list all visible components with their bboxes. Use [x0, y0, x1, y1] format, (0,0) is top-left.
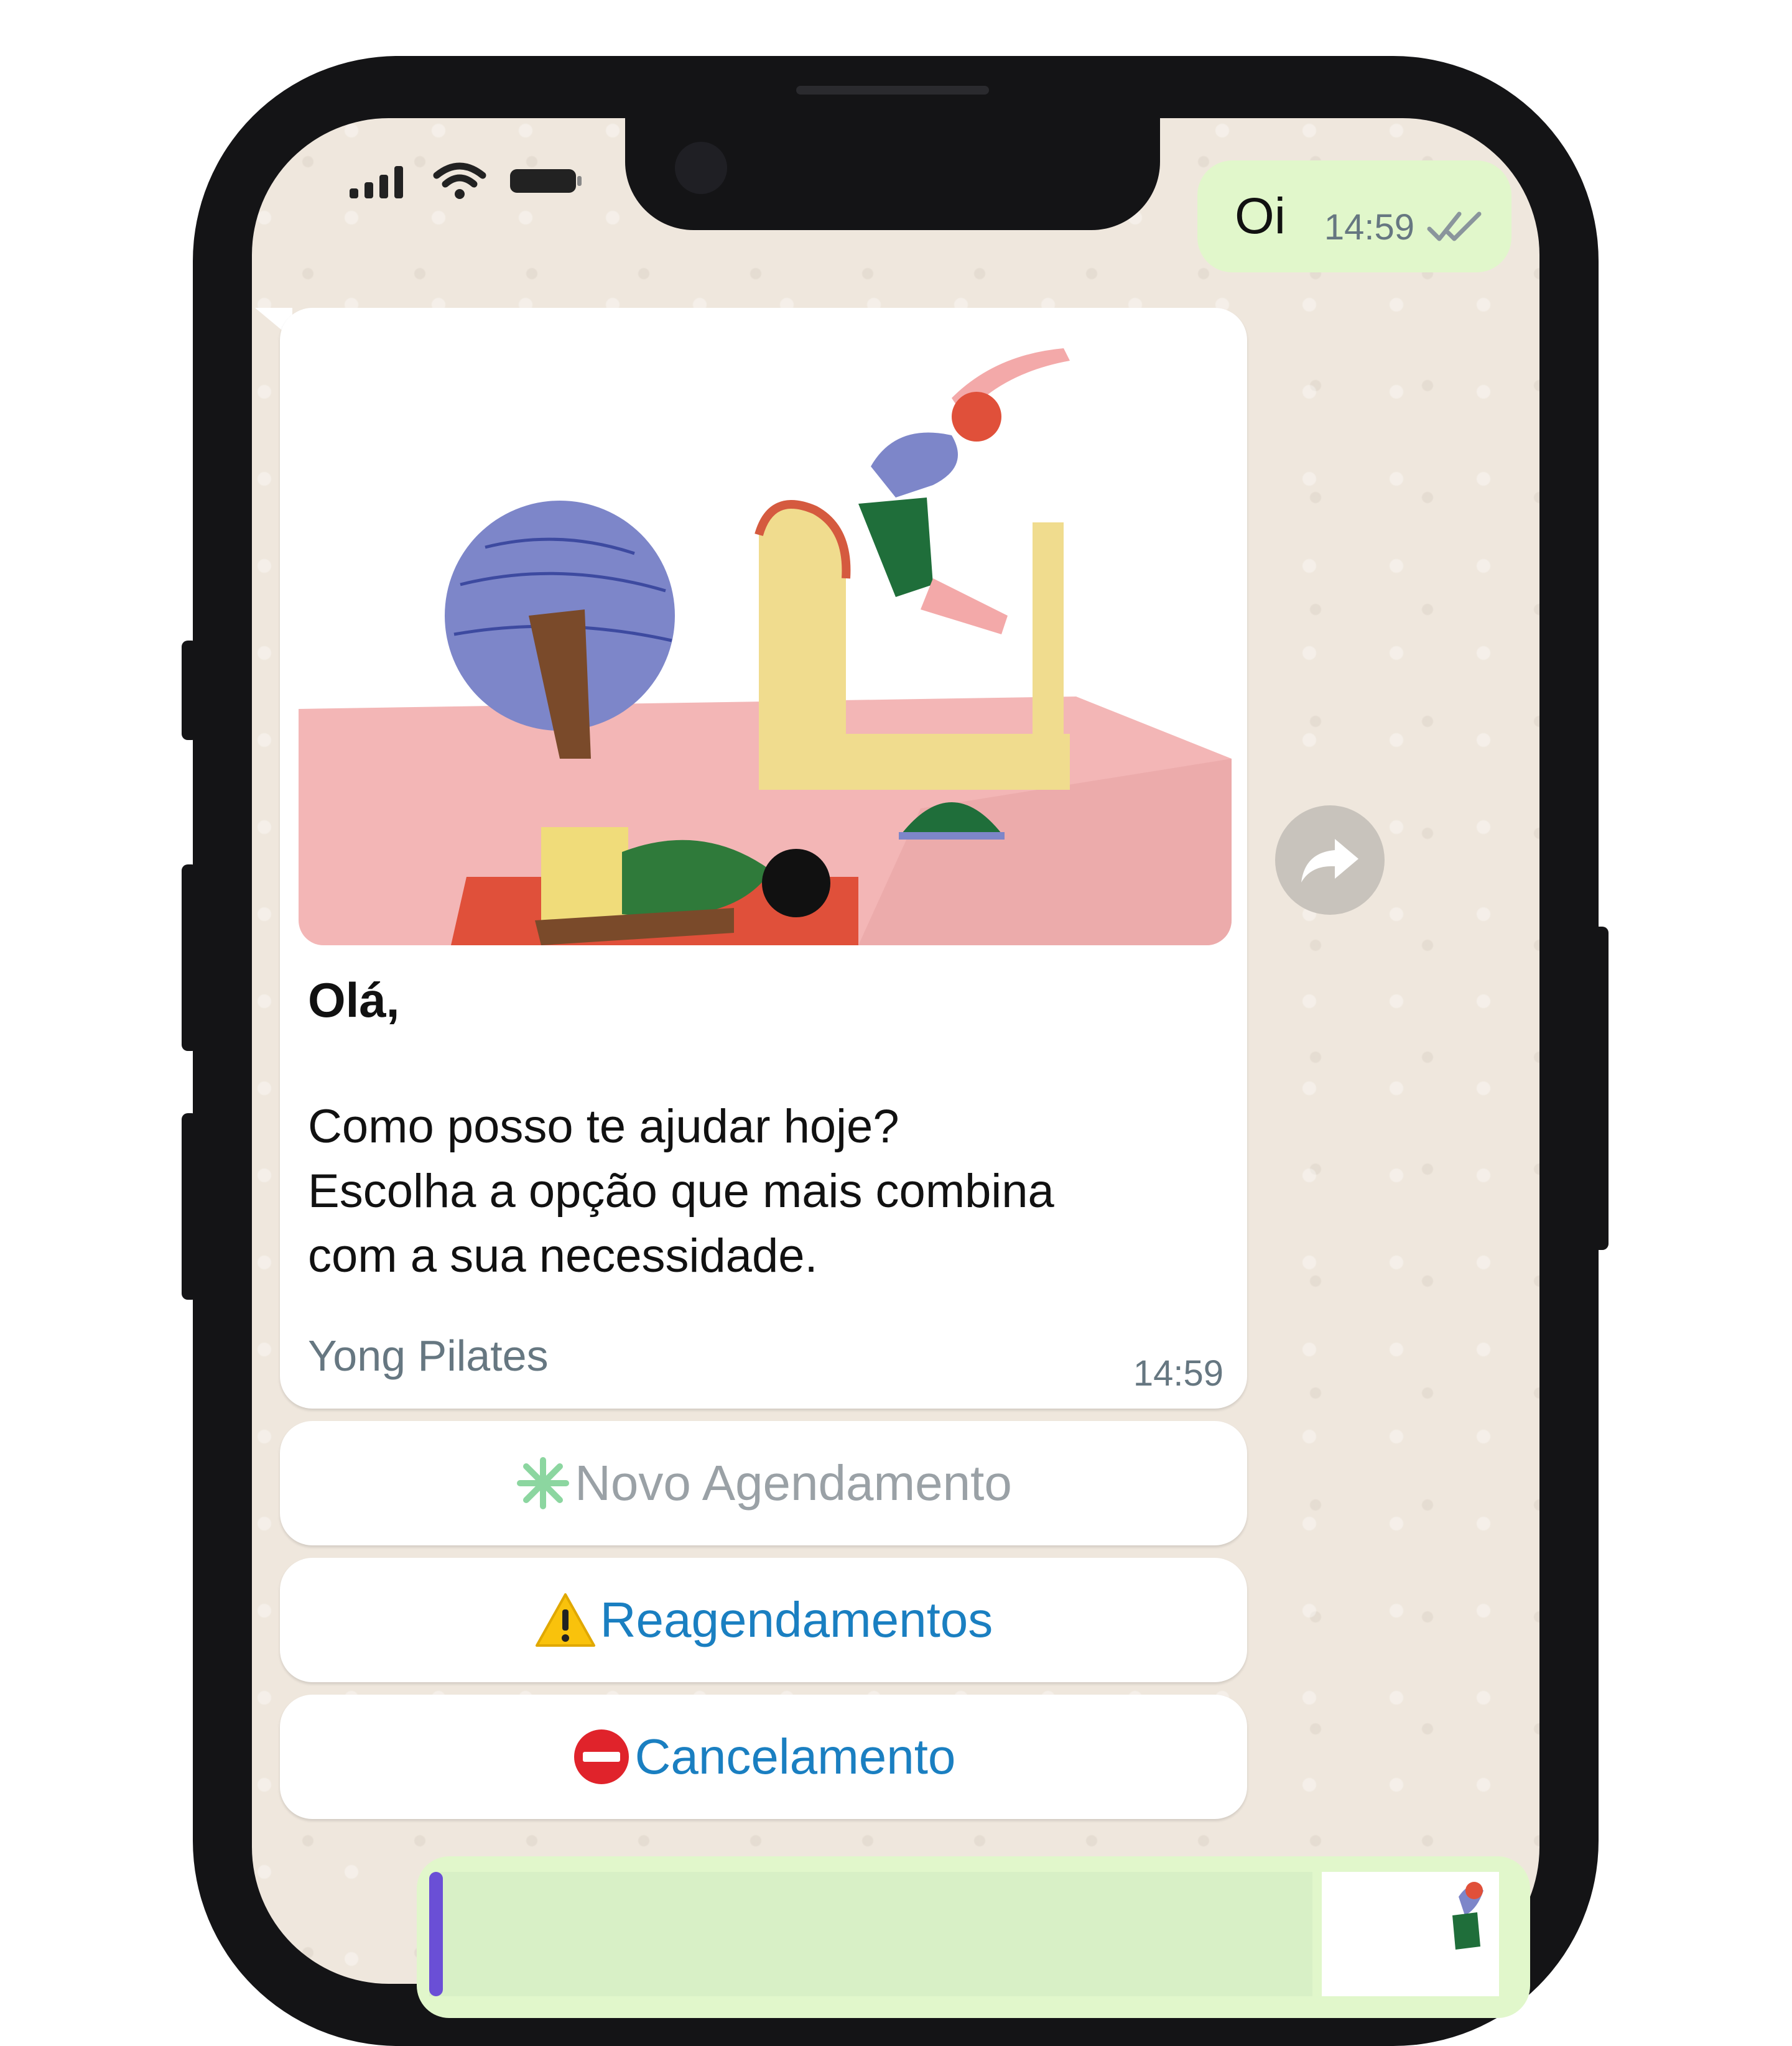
incoming-message[interactable]: Olá, Como posso te ajudar hoje? Escolha …: [280, 308, 1247, 1409]
forward-icon: [1301, 839, 1358, 882]
double-check-icon: [1427, 211, 1482, 241]
wifi-icon: [433, 162, 486, 199]
phone-side-button: [182, 1113, 198, 1300]
warning-icon: [534, 1592, 597, 1648]
speaker: [796, 86, 989, 95]
quick-reply-label: Novo Agendamento: [575, 1455, 1012, 1511]
message-greeting: Olá,: [308, 973, 400, 1027]
incoming-message-time: 14:59: [1133, 1353, 1223, 1394]
quick-reply-novo-agendamento[interactable]: Novo Agendamento: [280, 1421, 1247, 1545]
pilates-illustration: [299, 323, 1232, 945]
outgoing-message-text: Oi: [1235, 188, 1286, 244]
quoted-thumbnail: [1322, 1872, 1499, 1996]
quick-reply-reagendamentos[interactable]: Reagendamentos: [280, 1558, 1247, 1682]
forward-button[interactable]: [1275, 805, 1385, 915]
no-entry-icon: [572, 1727, 631, 1787]
quick-reply-label: Cancelamento: [634, 1729, 956, 1784]
battery-icon: [510, 169, 582, 193]
quote-bar: [429, 1872, 443, 1996]
quick-reply-cancelamento[interactable]: Cancelamento: [280, 1695, 1247, 1819]
message-image[interactable]: [299, 323, 1232, 945]
outgoing-message-time: 14:59: [1324, 206, 1414, 248]
message-body: Como posso te ajudar hoje? Escolha a opç…: [308, 1100, 1054, 1282]
camera: [675, 142, 727, 194]
quoted-message: [429, 1872, 1312, 1996]
signal-icon: [350, 166, 403, 198]
outgoing-message[interactable]: Oi 14:59: [1197, 160, 1511, 272]
asterisk-icon: [515, 1455, 571, 1511]
phone-side-button: [182, 864, 198, 1051]
phone-side-button: [182, 641, 198, 740]
message-footer: Yong Pilates: [308, 1331, 549, 1380]
status-bar: [348, 162, 583, 200]
quick-reply-label: Reagendamentos: [600, 1592, 993, 1647]
phone-side-button: [1592, 927, 1609, 1250]
